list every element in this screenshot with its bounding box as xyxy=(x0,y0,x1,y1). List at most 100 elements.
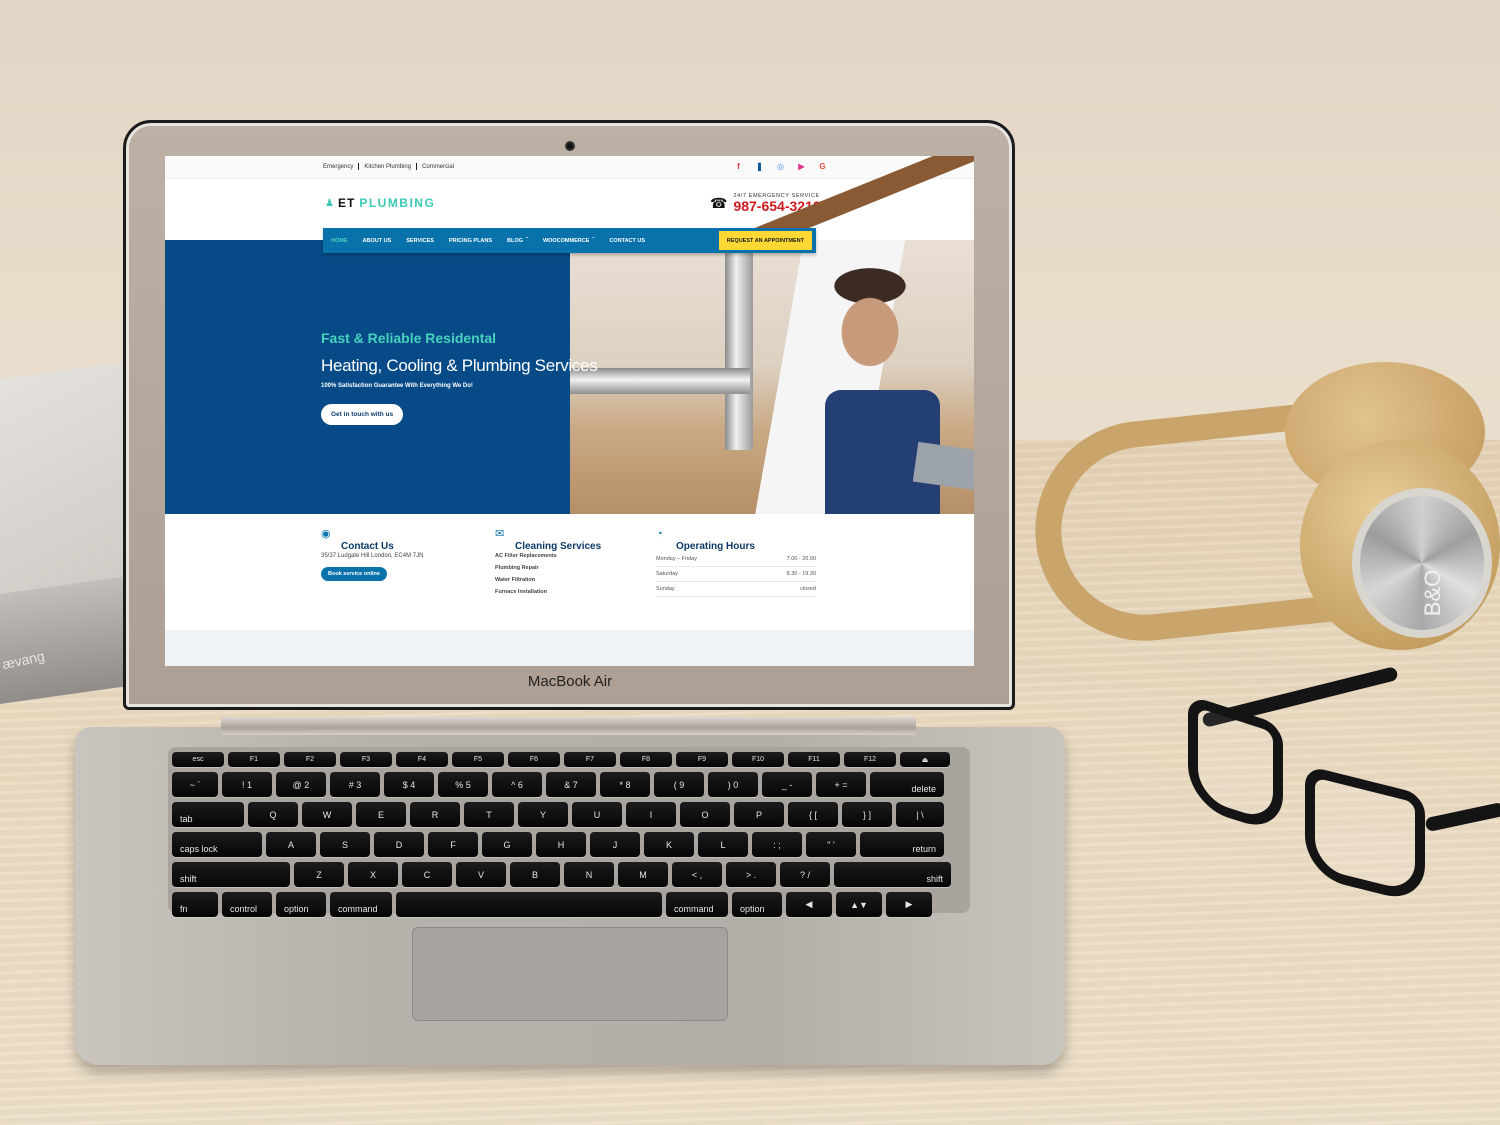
top-link-emergency[interactable]: Emergency xyxy=(323,164,353,170)
google-icon[interactable]: G xyxy=(817,162,828,172)
key-f[interactable]: F xyxy=(428,832,478,857)
key-u[interactable]: U xyxy=(572,802,622,827)
twitter-icon[interactable]: ❚ xyxy=(754,162,765,172)
key-comma[interactable]: < , xyxy=(672,862,722,887)
key-i[interactable]: I xyxy=(626,802,676,827)
top-link-kitchen-plumbing[interactable]: Kitchen Plumbing xyxy=(364,164,411,170)
key-4[interactable]: $ 4 xyxy=(384,772,434,797)
key-f11[interactable]: F11 xyxy=(788,752,840,767)
key-f5[interactable]: F5 xyxy=(452,752,504,767)
key-delete[interactable]: delete xyxy=(870,772,944,797)
key-command-left[interactable]: command xyxy=(330,892,392,917)
get-in-touch-button[interactable]: Get in touch with us xyxy=(321,404,404,425)
key-a[interactable]: A xyxy=(266,832,316,857)
key-3[interactable]: # 3 xyxy=(330,772,380,797)
nav-home[interactable]: HOME xyxy=(331,238,348,244)
nav-blog[interactable]: BLOG ˇ xyxy=(507,238,528,244)
key-backtick[interactable]: ~ ` xyxy=(172,772,218,797)
key-b[interactable]: B xyxy=(510,862,560,887)
key-slash[interactable]: ? / xyxy=(780,862,830,887)
key-period[interactable]: > . xyxy=(726,862,776,887)
key-o[interactable]: O xyxy=(680,802,730,827)
key-option-right[interactable]: option xyxy=(732,892,782,917)
key-c[interactable]: C xyxy=(402,862,452,887)
key-semicolon[interactable]: : ; xyxy=(752,832,802,857)
key-f4[interactable]: F4 xyxy=(396,752,448,767)
request-appointment-button[interactable]: REQUEST AN APPOINTMENT xyxy=(718,231,812,250)
key-1[interactable]: ! 1 xyxy=(222,772,272,797)
key-y[interactable]: Y xyxy=(518,802,568,827)
key-left-bracket[interactable]: { [ xyxy=(788,802,838,827)
key-0[interactable]: ) 0 xyxy=(708,772,758,797)
key-l[interactable]: L xyxy=(698,832,748,857)
key-p[interactable]: P xyxy=(734,802,784,827)
key-f12[interactable]: F12 xyxy=(844,752,896,767)
key-command-right[interactable]: command xyxy=(666,892,728,917)
key-9[interactable]: ( 9 xyxy=(654,772,704,797)
top-link-commercial[interactable]: Commercial xyxy=(422,164,454,170)
key-5[interactable]: % 5 xyxy=(438,772,488,797)
key-x[interactable]: X xyxy=(348,862,398,887)
key-r[interactable]: R xyxy=(410,802,460,827)
key-f9[interactable]: F9 xyxy=(676,752,728,767)
instagram-icon[interactable]: ◎ xyxy=(775,162,786,172)
key-j[interactable]: J xyxy=(590,832,640,857)
service-item[interactable]: AC Filter Replacements xyxy=(495,553,601,559)
key-7[interactable]: & 7 xyxy=(546,772,596,797)
key-return[interactable]: return xyxy=(860,832,944,857)
nav-woocommerce[interactable]: WOOCOMMERCE ˇ xyxy=(543,238,594,244)
key-backslash[interactable]: | \ xyxy=(896,802,944,827)
key-z[interactable]: Z xyxy=(294,862,344,887)
site-logo[interactable]: ♟ ET PLUMBING xyxy=(325,196,435,210)
key-f1[interactable]: F1 xyxy=(228,752,280,767)
trackpad[interactable] xyxy=(412,927,728,1021)
key-g[interactable]: G xyxy=(482,832,532,857)
youtube-icon[interactable]: ▶ xyxy=(796,162,807,172)
key-esc[interactable]: esc xyxy=(172,752,224,767)
key-f10[interactable]: F10 xyxy=(732,752,784,767)
key-q[interactable]: Q xyxy=(248,802,298,827)
key-s[interactable]: S xyxy=(320,832,370,857)
key-caps-lock[interactable]: caps lock xyxy=(172,832,262,857)
key-arrow-right[interactable]: ▶ xyxy=(886,892,932,917)
facebook-icon[interactable]: f xyxy=(733,162,744,172)
key-t[interactable]: T xyxy=(464,802,514,827)
key-shift-right[interactable]: shift xyxy=(834,862,951,887)
key-e[interactable]: E xyxy=(356,802,406,827)
key-h[interactable]: H xyxy=(536,832,586,857)
key-2[interactable]: @ 2 xyxy=(276,772,326,797)
key-f8[interactable]: F8 xyxy=(620,752,672,767)
key-f6[interactable]: F6 xyxy=(508,752,560,767)
key-equals[interactable]: + = xyxy=(816,772,866,797)
key-f3[interactable]: F3 xyxy=(340,752,392,767)
nav-pricing-plans[interactable]: PRICING PLANS xyxy=(449,238,492,244)
key-fn[interactable]: fn xyxy=(172,892,218,917)
service-item[interactable]: Furnace Installation xyxy=(495,589,601,595)
key-control[interactable]: control xyxy=(222,892,272,917)
key-d[interactable]: D xyxy=(374,832,424,857)
key-eject[interactable]: ⏏ xyxy=(900,752,950,767)
key-minus[interactable]: _ - xyxy=(762,772,812,797)
key-arrow-left[interactable]: ◀ xyxy=(786,892,832,917)
key-8[interactable]: * 8 xyxy=(600,772,650,797)
nav-about-us[interactable]: ABOUT US xyxy=(363,238,392,244)
key-6[interactable]: ^ 6 xyxy=(492,772,542,797)
key-arrow-up-down[interactable]: ▲▼ xyxy=(836,892,882,917)
key-space[interactable] xyxy=(396,892,662,917)
key-k[interactable]: K xyxy=(644,832,694,857)
nav-services[interactable]: SERVICES xyxy=(406,238,434,244)
key-f7[interactable]: F7 xyxy=(564,752,616,767)
key-w[interactable]: W xyxy=(302,802,352,827)
book-service-button[interactable]: Book service online xyxy=(321,567,387,581)
key-m[interactable]: M xyxy=(618,862,668,887)
key-quote[interactable]: " ' xyxy=(806,832,856,857)
key-v[interactable]: V xyxy=(456,862,506,887)
key-shift-left[interactable]: shift xyxy=(172,862,290,887)
key-right-bracket[interactable]: } ] xyxy=(842,802,892,827)
key-option-left[interactable]: option xyxy=(276,892,326,917)
key-tab[interactable]: tab xyxy=(172,802,244,827)
nav-contact-us[interactable]: CONTACT US xyxy=(609,238,645,244)
service-item[interactable]: Water Filtration xyxy=(495,577,601,583)
service-item[interactable]: Plumbing Repair xyxy=(495,565,601,571)
key-f2[interactable]: F2 xyxy=(284,752,336,767)
